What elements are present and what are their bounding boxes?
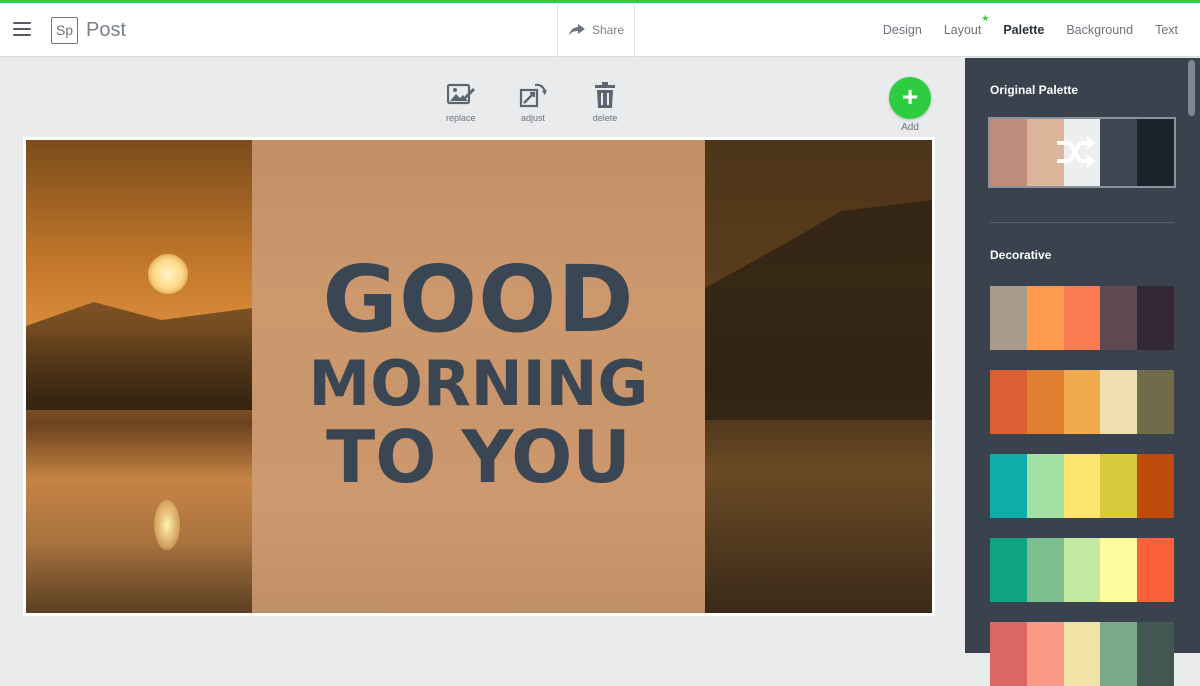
tab-design[interactable]: Design (883, 23, 922, 37)
left-sunrise-photo (26, 140, 252, 613)
palette-swatch (1100, 538, 1138, 602)
sidebar-divider (990, 222, 1174, 223)
new-indicator-icon: ★ (981, 13, 990, 23)
palette-swatch (990, 286, 1027, 350)
palette-swatch (1063, 370, 1101, 434)
palette-swatch (990, 538, 1027, 602)
palette-swatch (1100, 119, 1138, 186)
hamburger-menu-icon[interactable] (13, 22, 31, 38)
palette-swatch (1100, 286, 1138, 350)
palette-swatch (1063, 538, 1101, 602)
headline-line-2: MORNING (308, 347, 649, 420)
palette-swatch (1100, 622, 1138, 686)
headline-line-1: GOOD (322, 246, 635, 353)
palette-swatch (990, 119, 1027, 186)
tab-layout-label: Layout (943, 23, 982, 37)
sidebar-scrollbar[interactable] (1188, 60, 1195, 116)
palette-swatch (1100, 370, 1138, 434)
palette-swatch (1137, 538, 1174, 602)
decorative-palette[interactable] (990, 370, 1174, 434)
app-header: Sp Post Share Design Layout ★ Palette Bac… (0, 3, 1200, 57)
palette-swatch (1026, 538, 1064, 602)
palette-swatch (1026, 286, 1064, 350)
delete-button[interactable]: delete (591, 82, 619, 123)
original-palette-title: Original Palette (990, 83, 1079, 97)
adjust-label: adjust (520, 113, 546, 123)
shuffle-icon[interactable] (1055, 134, 1095, 170)
top-nav: Design Layout ★ Palette Background Text (883, 3, 1200, 57)
palette-swatch (1137, 286, 1174, 350)
palette-swatch (990, 454, 1027, 518)
decorative-palette[interactable] (990, 538, 1174, 602)
palette-swatch (1063, 622, 1101, 686)
spark-post-logo: Sp (51, 17, 78, 44)
decorative-palette[interactable] (990, 622, 1174, 686)
original-palette[interactable] (988, 117, 1176, 188)
palette-swatch (1137, 370, 1174, 434)
palette-swatch (1063, 286, 1101, 350)
palette-swatch (1026, 370, 1064, 434)
tab-layout[interactable]: Layout ★ (943, 13, 990, 37)
sun-reflection-shape (154, 500, 180, 550)
right-lake-photo (705, 140, 932, 613)
share-button[interactable]: Share (557, 3, 635, 57)
decorative-title: Decorative (990, 248, 1052, 262)
adjust-crop-icon (519, 83, 547, 108)
palette-swatch (1137, 119, 1174, 186)
palette-swatch (1137, 454, 1174, 518)
adjust-button[interactable]: adjust (519, 82, 547, 123)
app-title: Post (86, 19, 127, 41)
right-hills-shape (705, 200, 932, 420)
palette-swatch (1026, 454, 1064, 518)
design-canvas-frame: GOOD MORNING TO YOU (23, 137, 935, 616)
sun-shape (148, 254, 188, 294)
palette-swatch (1026, 622, 1064, 686)
tab-palette[interactable]: Palette (1003, 23, 1044, 37)
palette-swatch (1100, 454, 1138, 518)
add-button[interactable]: + (889, 77, 931, 119)
trash-icon (595, 82, 615, 108)
palette-swatch (990, 370, 1027, 434)
decorative-palette[interactable] (990, 286, 1174, 350)
palette-swatch (990, 622, 1027, 686)
headline-line-3: TO YOU (326, 415, 631, 499)
replace-button[interactable]: replace (446, 82, 476, 123)
headline-text[interactable]: GOOD MORNING TO YOU (252, 246, 705, 499)
palette-swatch (1063, 454, 1101, 518)
decorative-palette[interactable] (990, 454, 1174, 518)
palette-swatch (1137, 622, 1174, 686)
tab-background[interactable]: Background (1066, 23, 1133, 37)
share-arrow-icon (568, 24, 585, 36)
tab-text[interactable]: Text (1155, 23, 1178, 37)
add-label: Add (901, 122, 919, 133)
share-label: Share (591, 23, 625, 37)
delete-label: delete (592, 113, 618, 123)
left-hills-shape (26, 302, 252, 410)
replace-label: replace (446, 113, 476, 123)
replace-image-icon (446, 83, 475, 105)
